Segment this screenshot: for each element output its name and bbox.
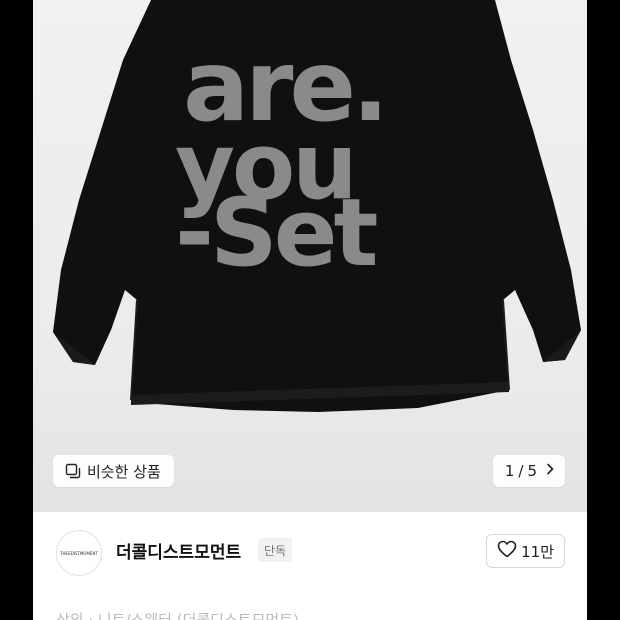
product-page: are. you -Set 비슷한 상품 1/5 THEEDISTMOMENT …: [33, 0, 587, 620]
pager-current: 1: [504, 462, 515, 480]
heart-icon: [497, 540, 517, 562]
chevron-right-icon[interactable]: [543, 462, 557, 480]
similar-items-label: 비슷한 상품: [87, 462, 161, 481]
product-photo: are. you -Set: [53, 0, 581, 412]
product-title-partial: 상의 · 니트/스웨터 (더콜디스트모먼트): [56, 611, 299, 620]
similar-items-button[interactable]: 비슷한 상품: [53, 455, 174, 487]
pager-counter: 1/5: [503, 462, 539, 480]
seller-avatar-logo-text: THEEDISTMOMENT: [60, 550, 98, 556]
seller-name[interactable]: 더콜디스트모먼트: [116, 538, 241, 563]
pager-separator: /: [518, 462, 524, 480]
similar-items-icon: [65, 463, 81, 479]
seller-row: THEEDISTMOMENT 더콜디스트모먼트 단독 11만: [33, 512, 587, 592]
like-count: 11만: [521, 542, 554, 561]
like-button[interactable]: 11만: [486, 534, 565, 568]
image-pager[interactable]: 1/5: [492, 455, 565, 487]
seller-avatar[interactable]: THEEDISTMOMENT: [56, 530, 102, 576]
exclusive-badge: 단독: [258, 538, 293, 562]
product-image-gallery[interactable]: are. you -Set 비슷한 상품 1/5: [33, 0, 587, 512]
print-word-set: -Set: [175, 179, 376, 288]
pager-total: 5: [527, 462, 537, 480]
